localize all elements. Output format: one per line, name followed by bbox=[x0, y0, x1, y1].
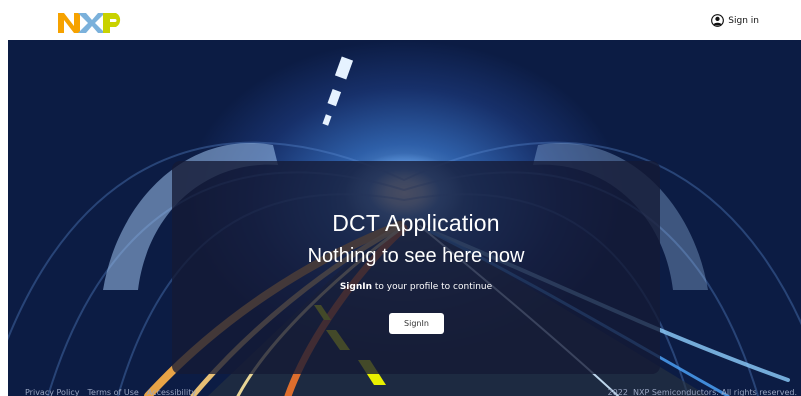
terms-of-use-link[interactable]: Terms of Use bbox=[88, 388, 139, 396]
nxp-logo[interactable] bbox=[58, 11, 126, 35]
header-signin-link[interactable]: Sign in bbox=[711, 14, 759, 27]
hero-banner: DCT Application Nothing to see here now … bbox=[8, 40, 801, 396]
signin-message: SignIn to your profile to continue bbox=[172, 282, 660, 292]
header-signin-label: Sign in bbox=[728, 15, 759, 26]
copyright-text: 2022 NXP Semiconductors. All rights rese… bbox=[607, 388, 797, 396]
page-title: DCT Application bbox=[332, 210, 500, 236]
page-subtitle: Nothing to see here now bbox=[307, 245, 525, 267]
accessibility-link[interactable]: Accessibility bbox=[147, 388, 196, 396]
footer: Privacy Policy Terms of Use Accessibilit… bbox=[0, 388, 801, 396]
footer-links: Privacy Policy Terms of Use Accessibilit… bbox=[25, 388, 196, 396]
user-circle-icon bbox=[711, 14, 725, 27]
signin-message-bold: SignIn bbox=[339, 282, 372, 292]
top-navbar: Sign in bbox=[0, 0, 801, 40]
privacy-policy-link[interactable]: Privacy Policy bbox=[25, 388, 80, 396]
signin-message-text: to your profile to continue bbox=[372, 282, 493, 292]
signin-button[interactable]: SignIn bbox=[389, 313, 444, 334]
signin-prompt-panel: DCT Application Nothing to see here now … bbox=[172, 161, 660, 374]
